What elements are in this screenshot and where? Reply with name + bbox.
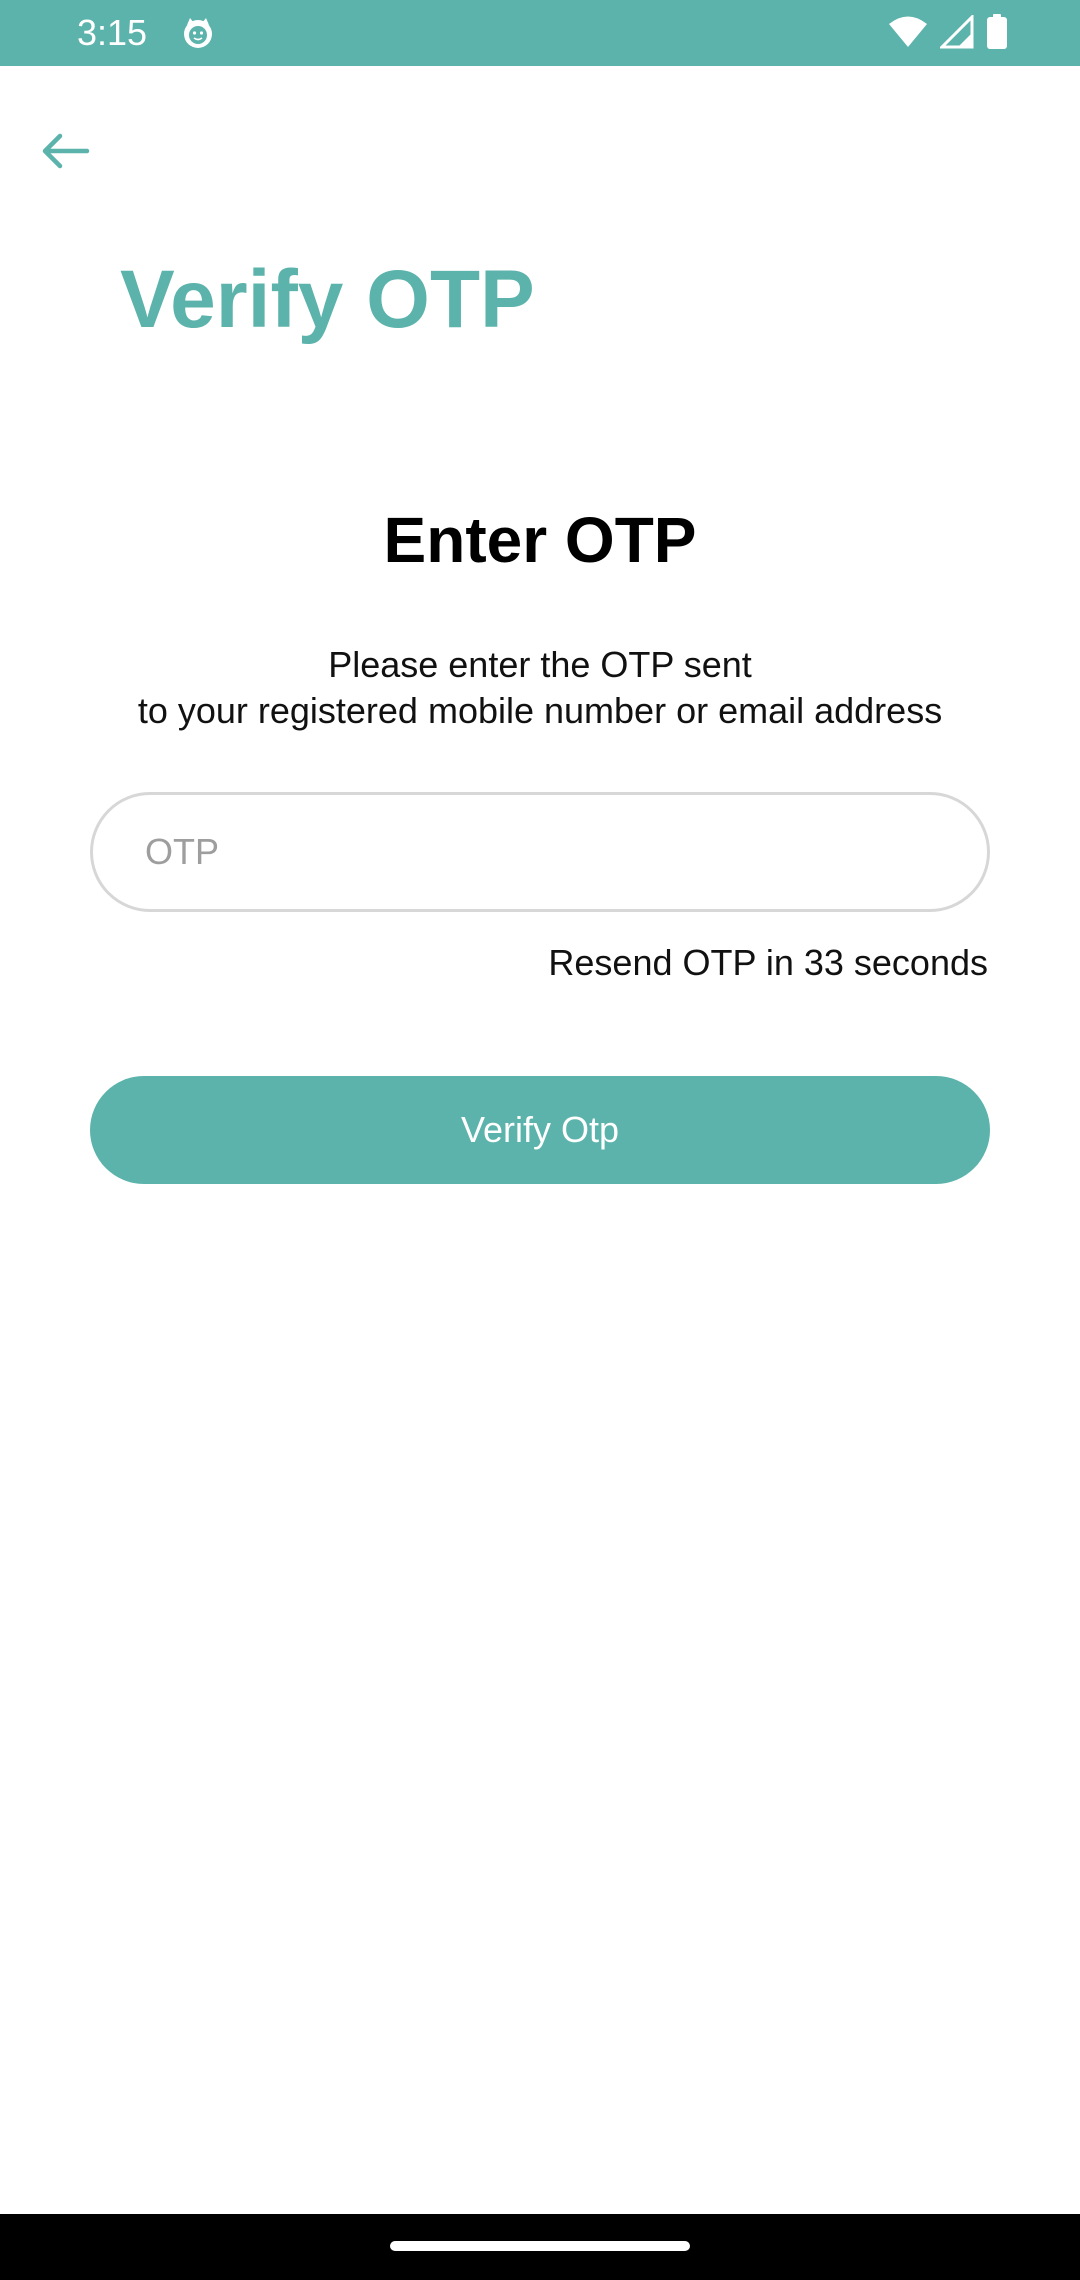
back-button[interactable] (30, 118, 100, 188)
instruction-line-1: Please enter the OTP sent (328, 644, 752, 685)
signal-icon (938, 12, 974, 54)
home-gesture-handle[interactable] (390, 2241, 690, 2251)
verify-otp-button[interactable]: Verify Otp (90, 1076, 990, 1184)
status-time: 3:15 (77, 12, 148, 53)
otp-instruction: Please enter the OTP sent to your regist… (0, 642, 1080, 734)
battery-icon (986, 13, 1008, 55)
otp-input[interactable] (90, 792, 990, 912)
arrow-left-icon (40, 133, 90, 174)
wifi-icon (888, 15, 928, 54)
status-bar: 3:15 (0, 0, 1080, 66)
status-icons (888, 12, 1008, 55)
resend-otp-countdown: Resend OTP in 33 seconds (548, 942, 988, 983)
otp-heading: Enter OTP (383, 504, 697, 576)
cat-face-icon (180, 15, 216, 51)
instruction-line-2: to your registered mobile number or emai… (137, 690, 943, 731)
page-title: Verify OTP (120, 254, 535, 345)
